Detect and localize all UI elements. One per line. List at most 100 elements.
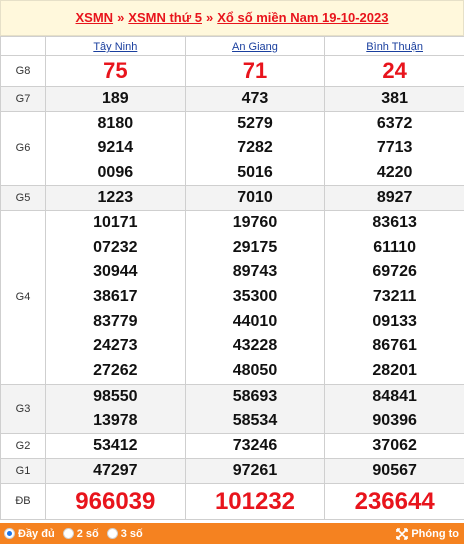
prize-number: 09133: [372, 312, 417, 330]
prize-row: G5 1223 7010 8927: [0, 184, 464, 211]
option-full[interactable]: Đầy đủ: [4, 528, 55, 540]
prize-number: 7282: [237, 139, 273, 157]
prize-number: 5016: [237, 163, 273, 181]
prize-number: 43228: [232, 337, 278, 355]
prize-cell: 8180 9214 0096: [45, 111, 186, 186]
prize-row: ĐB 966039 101232 236644: [0, 482, 464, 520]
radio-icon[interactable]: [106, 528, 118, 539]
breadcrumb-separator: »: [206, 10, 214, 25]
prize-label: G7: [0, 86, 46, 112]
option-2-digits[interactable]: 2 số: [62, 527, 99, 540]
prize-number: 58693: [232, 387, 278, 405]
prize-cell: 90567: [324, 457, 464, 484]
prize-number: 4220: [376, 163, 413, 181]
prize-number: 89743: [232, 263, 278, 281]
prize-number: 28201: [372, 362, 417, 380]
prize-number: 58534: [232, 411, 278, 429]
prize-number: 473: [241, 90, 269, 107]
prize-cell: 473: [184, 86, 326, 112]
radio-selected-icon[interactable]: [4, 528, 15, 539]
prize-cell: 71: [184, 55, 326, 87]
prize-cell: 189: [45, 86, 186, 112]
prize-label: G4: [0, 209, 46, 385]
prize-cell: 98550 13978: [45, 383, 186, 434]
breadcrumb: XSMN» XSMN thứ 5» Xổ số miền Nam 19-10-202…: [0, 0, 464, 36]
prize-number: 19760: [232, 213, 278, 231]
zoom-button[interactable]: Phóng to: [396, 528, 459, 540]
prize-cell: 8927: [324, 184, 464, 211]
prize-number: 13978: [93, 411, 138, 429]
province-header-row: Tây Ninh An Giang Bình Thuận: [0, 36, 464, 56]
prize-number: 0096: [97, 163, 134, 181]
zoom-label: Phóng to: [411, 527, 459, 540]
prize-row: G4 10171 07232 30944 38617 83779 24273 27262 197…: [0, 209, 464, 385]
prize-number: 24: [382, 58, 407, 83]
prize-number: 86761: [372, 337, 417, 355]
prize-cell: 236644: [324, 482, 464, 520]
prize-number: 966039: [75, 487, 156, 515]
prize-number: 35300: [232, 288, 278, 305]
prize-row: G1 47297 97261 90567: [0, 457, 464, 484]
prize-label: G6: [0, 111, 46, 186]
prize-number: 71: [242, 58, 268, 83]
prize-cell: 84841 90396: [324, 383, 464, 434]
option-full-label: Đầy đủ: [18, 527, 55, 540]
prize-number: 30944: [93, 263, 138, 281]
prize-number: 48050: [232, 362, 278, 380]
prize-rows: G8 75 71 24 G7 189 473 381 G6 8180 9214 0096 5279 728…: [0, 55, 464, 520]
expand-icon: [396, 527, 409, 540]
prize-label: G2: [0, 432, 46, 459]
results-page: XSMN» XSMN thứ 5» Xổ số miền Nam 19-10-202…: [0, 0, 464, 544]
prize-number: 75: [103, 58, 128, 83]
breadcrumb-xsmn-thu5-link[interactable]: XSMN thứ 5: [128, 10, 202, 25]
prize-cell: 24: [324, 55, 464, 87]
option-3-label: 3 số: [120, 527, 143, 540]
results-table: Tây Ninh An Giang Bình Thuận G8 75 71 24 G7 1…: [0, 36, 464, 520]
prize-number: 10171: [93, 213, 138, 231]
prize-label: G3: [0, 383, 46, 434]
prize-cell: 10171 07232 30944 38617 83779 24273 27262: [45, 209, 186, 385]
option-2-label: 2 số: [76, 527, 99, 540]
prize-number: 236644: [354, 487, 435, 515]
prize-number: 61110: [373, 238, 416, 256]
prize-row: G8 75 71 24: [0, 55, 464, 87]
prize-cell: 7010: [184, 184, 326, 211]
breadcrumb-separator: »: [117, 10, 125, 25]
province-header: Tây Ninh: [45, 36, 186, 56]
prize-number: 5279: [237, 115, 273, 132]
breadcrumb-xsmn-link[interactable]: XSMN: [76, 10, 114, 25]
prize-cell: 1223: [45, 184, 186, 211]
province-header: An Giang: [184, 36, 326, 56]
prize-cell: 6372 7713 4220: [324, 111, 464, 186]
prize-number: 73246: [232, 436, 278, 454]
prize-number: 6372: [376, 115, 413, 132]
prize-cell: 53412: [45, 432, 186, 459]
prize-row: G3 98550 13978 58693 58534 84841 90396: [0, 383, 464, 434]
prize-number: 98550: [93, 387, 138, 405]
province-header: Bình Thuận: [324, 36, 464, 56]
prize-number: 8180: [97, 115, 134, 132]
prize-cell: 73246: [184, 432, 326, 459]
prize-number: 27262: [93, 362, 138, 380]
province-link-tay-ninh[interactable]: Tây Ninh: [93, 41, 137, 53]
prize-cell: 966039: [45, 482, 186, 520]
radio-icon[interactable]: [62, 528, 74, 539]
prize-number: 1223: [97, 188, 134, 206]
prize-cell: 37062: [324, 432, 464, 459]
prize-cell: 75: [45, 55, 186, 87]
prize-number: 101232: [214, 487, 296, 515]
prize-number: 37062: [372, 436, 417, 454]
prize-number: 69726: [372, 263, 417, 281]
prize-number: 29175: [232, 238, 278, 256]
province-link-an-giang[interactable]: An Giang: [232, 41, 278, 53]
prize-number: 7713: [376, 139, 413, 157]
option-3-digits[interactable]: 3 số: [106, 527, 143, 540]
prize-cell: 381: [324, 86, 464, 112]
breadcrumb-xsmn-date-link[interactable]: Xổ số miền Nam 19-10-2023: [217, 10, 388, 25]
prize-cell: 47297: [45, 457, 186, 484]
prize-number: 90396: [372, 411, 417, 429]
province-link-binh-thuan[interactable]: Bình Thuận: [366, 41, 423, 53]
prize-row: G7 189 473 381: [0, 86, 464, 112]
empty-header-cell: [0, 36, 46, 56]
prize-number: 44010: [232, 312, 278, 330]
